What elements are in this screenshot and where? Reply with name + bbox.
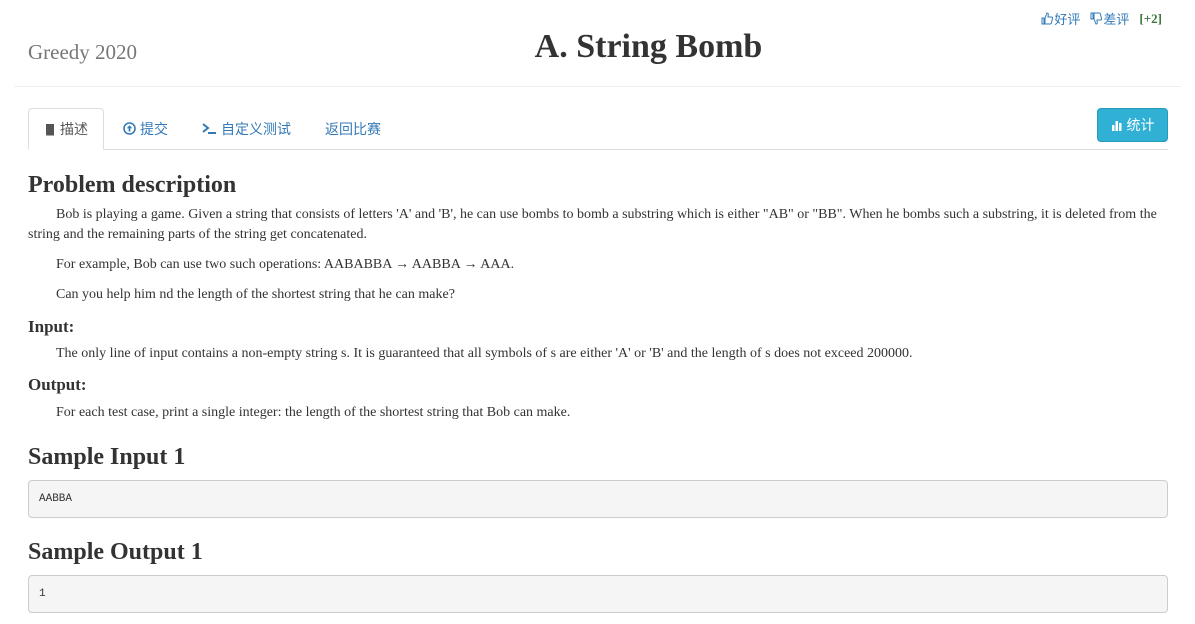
tab-description[interactable]: 描述 [28,108,104,150]
output-text: For each test case, print a single integ… [56,405,571,420]
problem-tabs: 描述 提交 自定义测试 返回比赛 统计 [28,108,1168,150]
tab-custom-test-label: 自定义测试 [221,120,291,137]
sample-input-box: AABBA [28,480,1168,518]
problem-title: A. String Bomb [534,28,763,65]
thumbs-down-icon [1090,12,1103,25]
problem-title-wrap: A. String Bomb [0,28,1195,66]
tab-description-label: 描述 [60,121,88,137]
terminal-icon [202,123,216,134]
description-paragraph-2: For example, Bob can use two such operat… [56,257,515,272]
statistics-button[interactable]: 统计 [1097,108,1168,142]
book-icon [46,123,54,135]
description-paragraph-1: Bob is playing a game. Given a string th… [28,207,1157,242]
sample-input-heading: Sample Input 1 [28,444,186,470]
tab-back-to-contest[interactable]: 返回比赛 [310,108,396,149]
bar-chart-icon [1111,121,1121,131]
vote-bar: 好评 差评 [+2] [1041,9,1162,28]
input-heading: Input: [28,317,75,336]
sample-output-heading: Sample Output 1 [28,539,203,565]
like-button[interactable]: 好评 [1041,9,1080,28]
tab-custom-test[interactable]: 自定义测试 [187,108,306,149]
description-heading: Problem description [28,172,237,198]
dislike-button[interactable]: 差评 [1090,9,1129,28]
tab-submit-label: 提交 [140,120,168,137]
like-label: 好评 [1054,12,1081,27]
input-text: The only line of input contains a non-em… [56,346,913,361]
tab-back-label: 返回比赛 [325,120,381,137]
vote-score: [+2] [1139,10,1162,26]
dislike-label: 差评 [1103,12,1130,27]
output-heading: Output: [28,375,87,394]
statistics-label: 统计 [1126,117,1155,133]
description-paragraph-3: Can you help him nd the length of the sh… [56,287,455,302]
sample-output-box: 1 [28,575,1168,613]
upload-circle-icon [123,122,136,135]
header-divider [14,86,1181,87]
thumbs-up-icon [1041,12,1054,25]
tab-submit[interactable]: 提交 [108,108,183,149]
